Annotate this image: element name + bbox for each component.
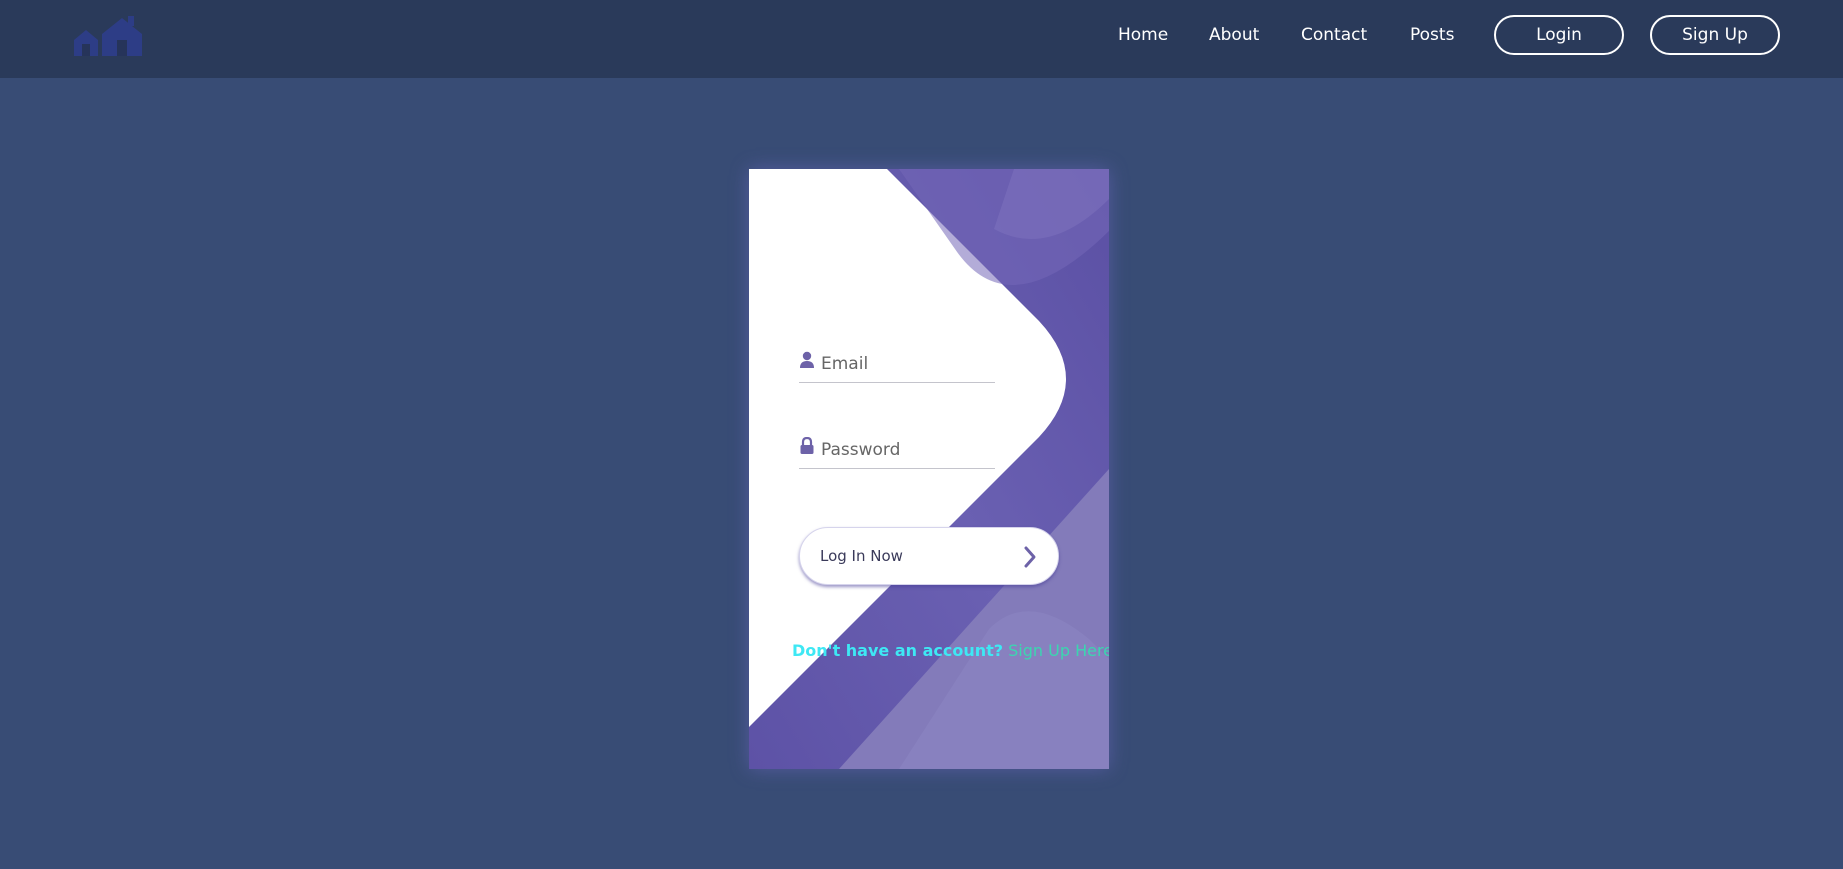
login-card: Log In Now Don't have an account? Sign U… <box>749 169 1109 769</box>
chevron-right-icon <box>1024 546 1036 568</box>
email-field <box>799 347 995 383</box>
nav-login-button[interactable]: Login <box>1494 15 1624 55</box>
signup-prompt-line: Don't have an account? Sign Up Here <box>792 641 1109 660</box>
signup-prompt-text: Don't have an account? <box>792 641 1004 660</box>
navbar: Home About Contact Posts Login Sign Up <box>0 0 1843 78</box>
house-logo-icon[interactable] <box>72 10 144 60</box>
nav-posts-link[interactable]: Posts <box>1410 22 1454 48</box>
lock-icon <box>800 437 814 454</box>
log-in-now-label: Log In Now <box>820 547 903 565</box>
nav-contact-link[interactable]: Contact <box>1301 22 1367 48</box>
card-background-decoration <box>749 169 1109 769</box>
log-in-now-button[interactable]: Log In Now <box>799 527 1059 585</box>
nav-home-link[interactable]: Home <box>1118 22 1168 48</box>
user-icon <box>800 351 814 368</box>
signup-here-link[interactable]: Sign Up Here <box>1008 641 1109 660</box>
nav-signup-button[interactable]: Sign Up <box>1650 15 1780 55</box>
password-input[interactable] <box>821 433 993 467</box>
email-input[interactable] <box>821 347 993 381</box>
nav-about-link[interactable]: About <box>1209 22 1259 48</box>
password-field <box>799 433 995 469</box>
